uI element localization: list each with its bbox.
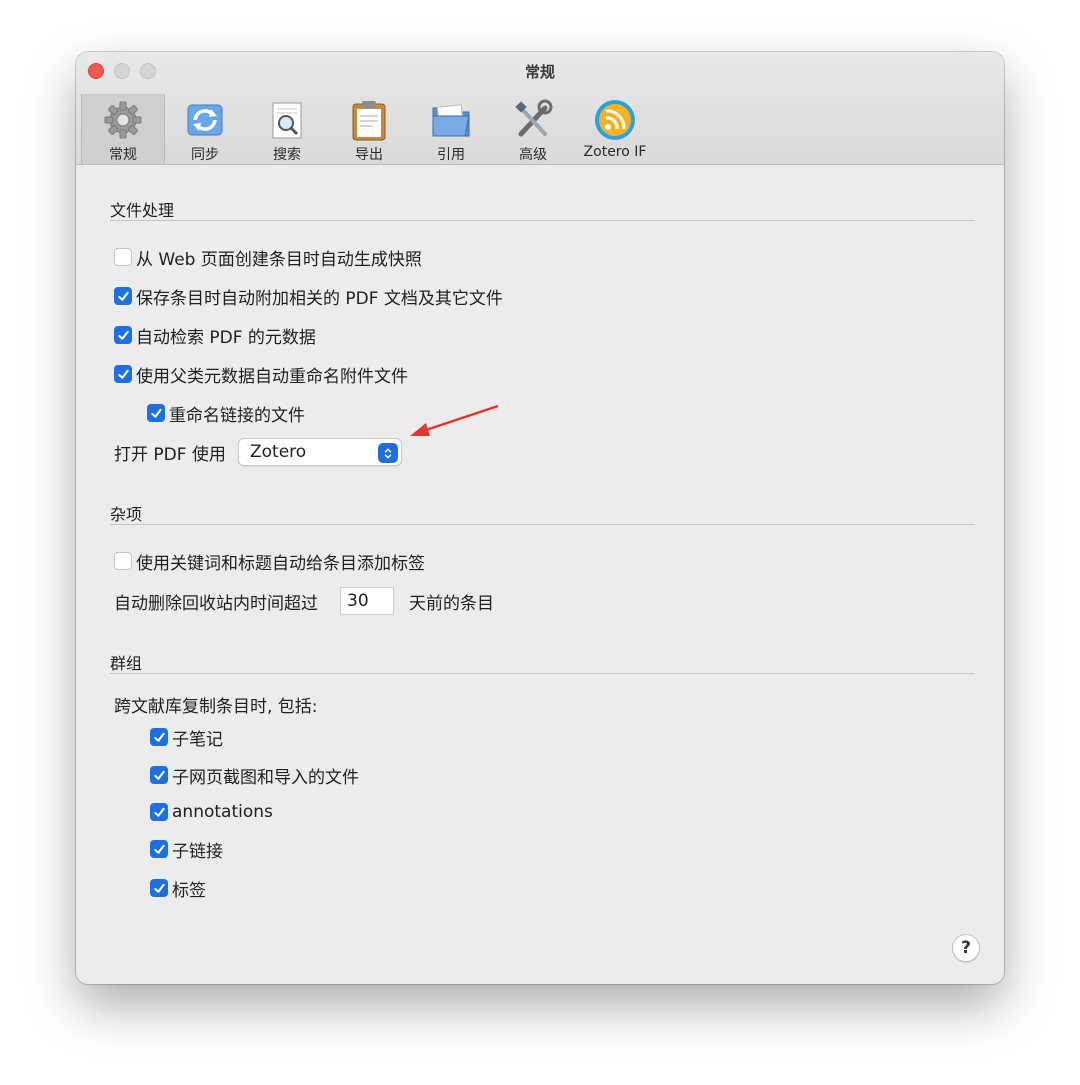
option-auto-snapshot[interactable]: 从 Web 页面创建条目时自动生成快照 — [114, 245, 422, 270]
annotation-arrow — [410, 404, 499, 436]
clipboard-icon — [352, 101, 386, 141]
option-label: 子笔记 — [172, 729, 223, 750]
option-auto-tag[interactable]: 使用关键词和标题自动给条目添加标签 — [114, 549, 425, 574]
gear-icon — [104, 101, 142, 139]
option-label: 子网页截图和导入的文件 — [172, 767, 359, 788]
checkbox-auto-rename[interactable] — [114, 365, 132, 383]
trash-label-after: 天前的条目 — [409, 593, 494, 614]
section-divider — [110, 524, 975, 525]
tab-advanced-label: 高级 — [519, 147, 547, 163]
option-child-snapshots[interactable]: 子网页截图和导入的文件 — [150, 763, 359, 788]
tab-general[interactable]: 常规 — [81, 94, 165, 164]
option-label: 重命名链接的文件 — [169, 405, 305, 426]
open-pdf-label: 打开 PDF 使用 — [114, 444, 226, 465]
checkbox-auto-attach-pdf[interactable] — [114, 287, 132, 305]
sync-icon — [187, 104, 223, 136]
checkbox-child-notes[interactable] — [150, 728, 168, 746]
section-title-misc: 杂项 — [110, 505, 143, 524]
search-document-icon — [272, 102, 302, 139]
tab-export-label: 导出 — [355, 147, 383, 163]
option-auto-attach-pdf[interactable]: 保存条目时自动附加相关的 PDF 文档及其它文件 — [114, 284, 503, 309]
option-tags[interactable]: 标签 — [150, 876, 206, 901]
rss-icon — [595, 100, 635, 140]
tab-advanced[interactable]: 高级 — [491, 94, 575, 164]
option-label: 使用关键词和标题自动给条目添加标签 — [136, 553, 425, 574]
open-pdf-select-value: Zotero — [250, 442, 307, 462]
checkbox-auto-snapshot[interactable] — [114, 248, 132, 266]
tab-sync[interactable]: 同步 — [163, 94, 247, 164]
tab-general-label: 常规 — [109, 147, 137, 163]
window-title: 常规 — [524, 63, 555, 81]
option-label: 保存条目时自动附加相关的 PDF 文档及其它文件 — [136, 288, 503, 309]
option-annotations[interactable]: annotations — [150, 800, 273, 824]
help-button[interactable]: ? — [952, 934, 980, 962]
titlebar: 常规 常规 同步 搜索 导出 引用 高级 Zotero IF — [76, 52, 1004, 165]
option-label: 使用父类元数据自动重命名附件文件 — [136, 366, 408, 387]
option-child-links[interactable]: 子链接 — [150, 837, 223, 862]
tab-search[interactable]: 搜索 — [245, 94, 329, 164]
groups-copy-label: 跨文献库复制条目时, 包括: — [114, 696, 318, 717]
chevron-up-down-icon — [378, 443, 398, 463]
checkbox-annotations[interactable] — [150, 803, 168, 821]
tab-cite-label: 引用 — [437, 147, 465, 163]
trash-days-input[interactable]: 30 — [340, 587, 394, 615]
option-child-notes[interactable]: 子笔记 — [150, 725, 223, 750]
open-pdf-select[interactable]: Zotero — [238, 438, 402, 466]
checkbox-auto-tag[interactable] — [114, 552, 132, 570]
option-label: 子链接 — [172, 841, 223, 862]
folder-icon — [432, 104, 470, 137]
checkbox-retrieve-pdf-metadata[interactable] — [114, 326, 132, 344]
section-title-file-handling: 文件处理 — [110, 201, 175, 220]
trash-label-before: 自动删除回收站内时间超过 — [114, 593, 318, 614]
option-label: 标签 — [172, 880, 206, 901]
section-divider — [110, 220, 975, 221]
checkbox-rename-linked[interactable] — [147, 404, 165, 422]
tab-cite[interactable]: 引用 — [409, 94, 493, 164]
tab-export[interactable]: 导出 — [327, 94, 411, 164]
option-label: 从 Web 页面创建条目时自动生成快照 — [136, 249, 422, 270]
preferences-window: 常规 常规 同步 搜索 导出 引用 高级 Zotero IF 文件处理 从 We… — [76, 52, 1004, 984]
option-rename-linked[interactable]: 重命名链接的文件 — [147, 401, 305, 426]
option-retrieve-pdf-metadata[interactable]: 自动检索 PDF 的元数据 — [114, 323, 316, 348]
tab-zotero-if[interactable]: Zotero IF — [573, 94, 657, 164]
checkbox-child-snapshots[interactable] — [150, 766, 168, 784]
tab-sync-label: 同步 — [191, 147, 219, 163]
checkbox-child-links[interactable] — [150, 840, 168, 858]
option-label: 自动检索 PDF 的元数据 — [136, 327, 316, 348]
section-divider — [110, 673, 975, 674]
tab-zotero-if-label: Zotero IF — [583, 144, 647, 160]
tools-icon — [515, 99, 553, 137]
option-auto-rename[interactable]: 使用父类元数据自动重命名附件文件 — [114, 362, 408, 387]
option-label: annotations — [172, 802, 273, 822]
checkbox-tags[interactable] — [150, 879, 168, 897]
tab-search-label: 搜索 — [273, 147, 301, 163]
section-title-groups: 群组 — [110, 654, 143, 673]
